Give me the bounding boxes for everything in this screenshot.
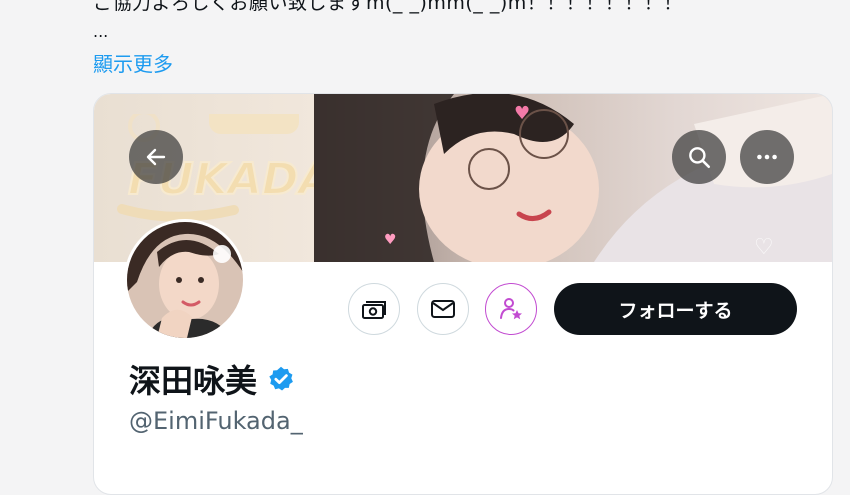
search-button[interactable] bbox=[672, 130, 726, 184]
more-button[interactable] bbox=[740, 130, 794, 184]
back-button[interactable] bbox=[129, 130, 183, 184]
tip-button[interactable] bbox=[348, 283, 400, 335]
subscribe-button[interactable] bbox=[485, 283, 537, 335]
avatar-image bbox=[127, 222, 243, 338]
verified-badge-icon bbox=[267, 365, 295, 393]
show-more-link[interactable]: 顯示更多 bbox=[93, 48, 173, 77]
follow-button[interactable]: フォローする bbox=[554, 283, 797, 335]
person-star-icon bbox=[500, 298, 522, 320]
arrow-left-icon bbox=[146, 148, 166, 166]
profile-card[interactable]: FUKADA ♥ ♡ ♥ フォローする 深田咏美 @EimiFukada_ bbox=[93, 93, 833, 495]
envelope-icon bbox=[431, 300, 455, 318]
message-button[interactable] bbox=[417, 283, 469, 335]
svg-text:♥: ♥ bbox=[514, 103, 530, 124]
money-icon bbox=[362, 301, 386, 319]
avatar[interactable] bbox=[124, 219, 246, 341]
display-name: 深田咏美 bbox=[129, 362, 258, 400]
handle: @EimiFukada_ bbox=[129, 407, 303, 435]
post-ellipsis: ... bbox=[93, 22, 109, 41]
display-name-row: 深田咏美 bbox=[129, 356, 295, 402]
svg-text:♥: ♥ bbox=[384, 232, 397, 248]
post-text-line: ご協力よろしくお願い致しますm(_ _)mm(_ _)m！！！！！！！！ bbox=[93, 0, 683, 14]
more-icon bbox=[757, 154, 777, 160]
svg-text:♡: ♡ bbox=[754, 235, 774, 260]
search-icon bbox=[689, 147, 711, 169]
